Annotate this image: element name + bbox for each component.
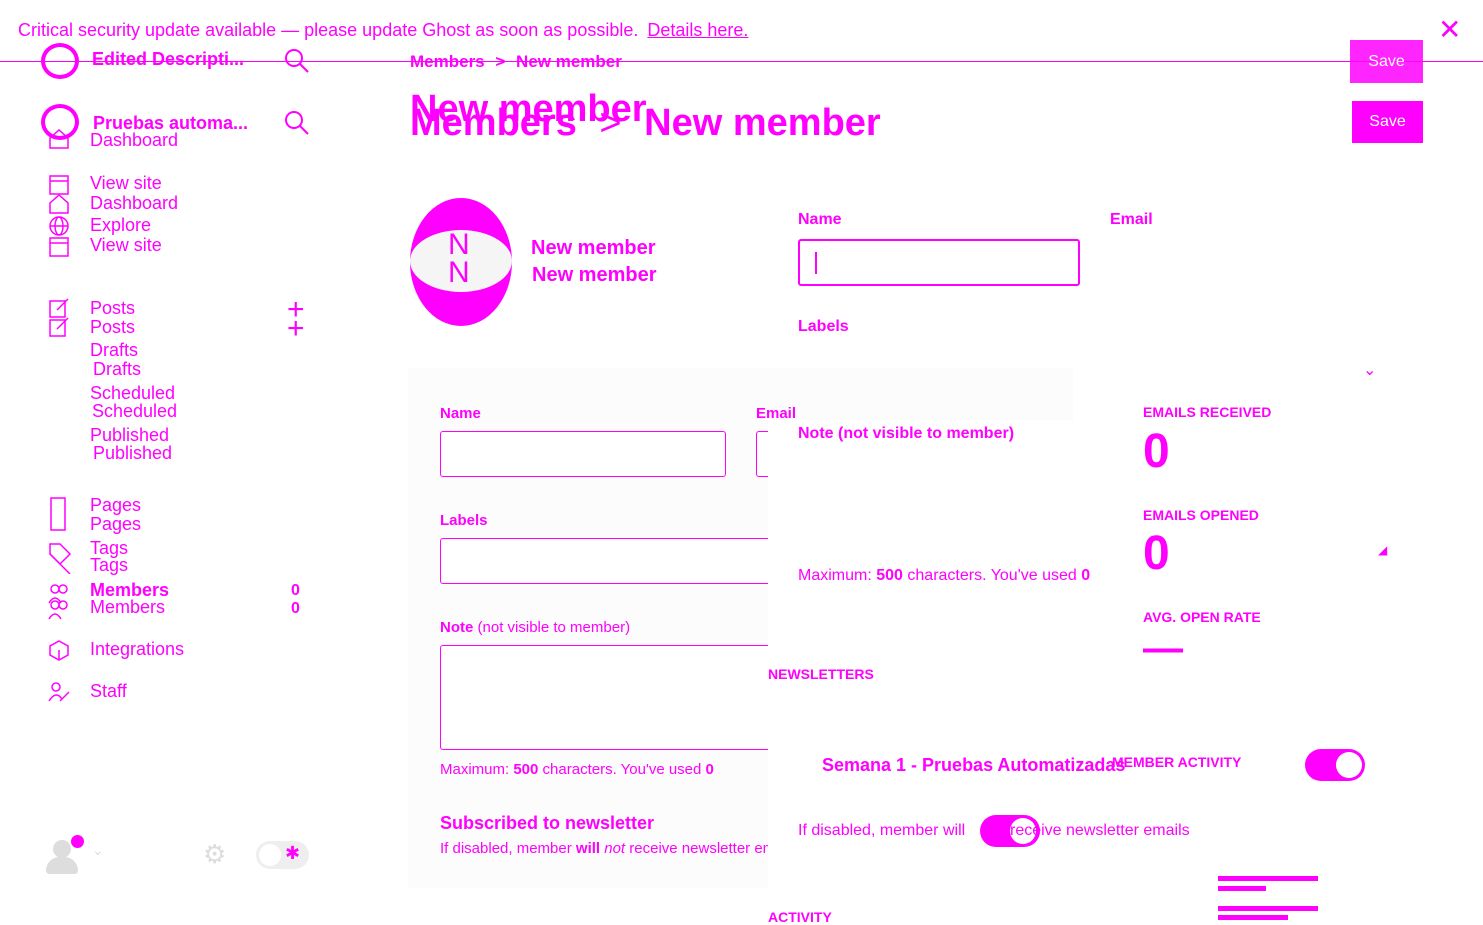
- notification-dot: [71, 835, 84, 848]
- member-activity-toggle[interactable]: [1305, 749, 1365, 781]
- labels-label: Labels: [798, 318, 849, 335]
- staff-icon: [48, 682, 70, 702]
- nav-posts[interactable]: Posts: [90, 298, 135, 319]
- chevron-down-icon[interactable]: ⌄: [1363, 360, 1376, 380]
- emails-opened-value: 0: [1143, 527, 1170, 580]
- integrations-icon: [49, 640, 69, 661]
- note-label: Note (not visible to member): [798, 425, 1015, 442]
- nav-explore[interactable]: Explore: [90, 215, 151, 236]
- home-icon: [49, 128, 69, 149]
- members-icon: [48, 600, 68, 620]
- nav-scheduled[interactable]: Scheduled: [92, 401, 177, 422]
- globe-icon: [49, 216, 69, 236]
- member-name-display: New member: [532, 264, 657, 286]
- subscribed-help: If disabled, member will not receive new…: [440, 840, 798, 857]
- text-cursor: [815, 252, 817, 274]
- breadcrumb-current: New member: [516, 52, 622, 71]
- nav-view-site[interactable]: View site: [90, 173, 162, 194]
- members-count: 0: [291, 582, 300, 599]
- nav-staff[interactable]: Staff: [90, 681, 127, 702]
- tag-icon: [49, 543, 72, 574]
- nav-pages[interactable]: Pages: [90, 514, 141, 535]
- member-activity-label: MEMBER ACTIVITY: [1112, 754, 1242, 770]
- breadcrumb: Members > New member: [410, 52, 622, 72]
- site-logo-icon[interactable]: [41, 43, 79, 79]
- pages-icon: [50, 497, 66, 531]
- emails-received-value: 0: [1143, 425, 1170, 478]
- name-label: Name: [440, 405, 481, 422]
- gear-icon[interactable]: ⚙: [203, 841, 226, 867]
- nav-drafts[interactable]: Drafts: [93, 359, 141, 380]
- search-icon[interactable]: [284, 48, 310, 74]
- close-icon[interactable]: ✕: [1438, 16, 1461, 44]
- moon-icon: ✱: [285, 843, 301, 863]
- resize-handle-icon: ◢: [1378, 543, 1388, 557]
- avg-open-rate-value: —: [1143, 626, 1183, 670]
- banner-text: Critical security update available — ple…: [18, 20, 639, 40]
- nav-tags[interactable]: Tags: [90, 555, 128, 576]
- member-initial: N: [448, 256, 470, 289]
- nav-dashboard[interactable]: Dashboard: [90, 130, 178, 151]
- breadcrumb-separator: >: [495, 52, 506, 71]
- save-button[interactable]: Save: [1350, 40, 1423, 83]
- subscribed-label: Subscribed to newsletter: [440, 813, 655, 833]
- emails-opened-label: EMAILS OPENED: [1143, 507, 1259, 523]
- labels-label: Labels: [440, 512, 488, 529]
- note-char-counter: Maximum: 500 characters. You've used 0: [440, 761, 714, 778]
- title-current: New member: [644, 102, 881, 144]
- save-button[interactable]: Save: [1352, 101, 1423, 143]
- note-label-rest: (not visible to member): [477, 619, 631, 636]
- nav-dashboard[interactable]: Dashboard: [90, 193, 178, 214]
- nav-integrations[interactable]: Integrations: [90, 639, 184, 660]
- dark-mode-toggle[interactable]: ✱: [256, 841, 309, 869]
- home-icon: [49, 193, 69, 214]
- banner-message: Critical security update available — ple…: [18, 20, 748, 41]
- newsletters-header: NEWSLETTERS: [768, 666, 874, 682]
- newsletter-name: Semana 1 - Pruebas Automatizadas: [822, 755, 1126, 775]
- note-char-counter: Maximum: 500 characters. You've used 0: [798, 567, 1091, 584]
- note-label-bold: Note: [440, 619, 474, 636]
- name-input[interactable]: [798, 239, 1080, 286]
- newsletter-help-suffix: receive newsletter emails: [1010, 822, 1190, 839]
- member-name-display: New member: [531, 237, 656, 259]
- name-field[interactable]: [440, 431, 726, 477]
- breadcrumb-members-link[interactable]: Members: [410, 52, 485, 71]
- email-label: Email: [1110, 211, 1153, 228]
- nav-view-site[interactable]: View site: [90, 235, 162, 256]
- nav-drafts[interactable]: Drafts: [90, 340, 138, 361]
- search-icon[interactable]: [284, 110, 310, 136]
- banner-details-link[interactable]: Details here.: [647, 20, 748, 40]
- nav-published[interactable]: Published: [93, 443, 172, 464]
- nav-members[interactable]: Members: [90, 597, 165, 618]
- chevron-down-icon[interactable]: ⌄: [92, 842, 104, 859]
- activity-header: ACTIVITY: [768, 909, 832, 925]
- member-avatar: N N: [410, 198, 512, 326]
- page-title-breadcrumb: Members > New member: [410, 102, 881, 145]
- nav-pages[interactable]: Pages: [90, 495, 141, 516]
- name-label: Name: [798, 211, 842, 228]
- avg-open-rate-label: AVG. OPEN RATE: [1143, 609, 1261, 625]
- add-post-icon[interactable]: +: [287, 314, 305, 344]
- title-separator: >: [599, 102, 622, 144]
- members-count: 0: [291, 600, 300, 617]
- nav-posts[interactable]: Posts: [90, 317, 135, 338]
- window-icon: [49, 237, 69, 257]
- emails-received-label: EMAILS RECEIVED: [1143, 404, 1272, 420]
- title-members-link[interactable]: Members: [410, 102, 577, 144]
- note-label: Note (not visible to member): [440, 619, 630, 636]
- site-title[interactable]: Edited Descripti...: [92, 49, 257, 70]
- newsletter-help: If disabled, member will: [798, 822, 966, 839]
- edit-icon: [49, 317, 69, 337]
